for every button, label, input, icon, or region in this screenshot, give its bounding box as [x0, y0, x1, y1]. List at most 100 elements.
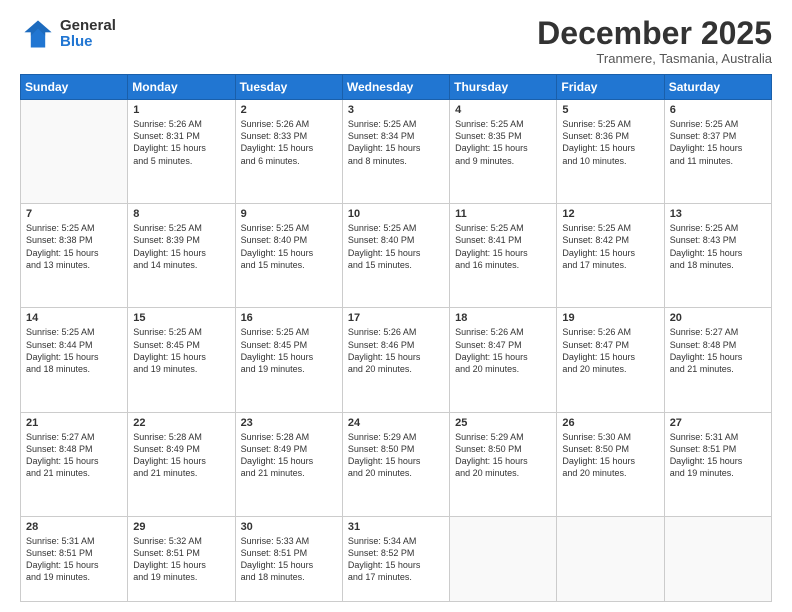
calendar-cell [664, 516, 771, 601]
calendar-header-tuesday: Tuesday [235, 75, 342, 100]
day-number: 12 [562, 208, 658, 220]
calendar-cell: 31Sunrise: 5:34 AM Sunset: 8:52 PM Dayli… [342, 516, 449, 601]
calendar-cell: 20 Sunrise: 5:27 AM Sunset: 8:48 PM Dayli… [664, 308, 771, 412]
day-number: 1 [133, 104, 229, 116]
day-number: 15 [133, 312, 229, 324]
day-number: 27 [670, 417, 766, 429]
calendar-cell: 21Sunrise: 5:27 AM Sunset: 8:48 PM Dayli… [21, 412, 128, 516]
logo-text: General Blue [60, 18, 116, 51]
day-detail: Sunrise: 5:25 AM Sunset: 8:40 PM Dayligh… [241, 222, 337, 271]
calendar-cell: 15Sunrise: 5:25 AM Sunset: 8:45 PM Dayli… [128, 308, 235, 412]
day-number: 5 [562, 104, 658, 116]
day-detail: Sunrise: 5:25 AM Sunset: 8:43 PM Dayligh… [670, 222, 766, 271]
calendar-week-1: 7 Sunrise: 5:25 AM Sunset: 8:38 PM Daylig… [21, 204, 772, 308]
day-number: 29 [133, 521, 229, 533]
day-detail: Sunrise: 5:28 AM Sunset: 8:49 PM Dayligh… [241, 431, 337, 480]
calendar-header-monday: Monday [128, 75, 235, 100]
day-number: 3 [348, 104, 444, 116]
calendar-cell [450, 516, 557, 601]
day-number: 24 [348, 417, 444, 429]
day-detail: Sunrise: 5:30 AM Sunset: 8:50 PM Dayligh… [562, 431, 658, 480]
day-detail: Sunrise: 5:32 AM Sunset: 8:51 PM Dayligh… [133, 535, 229, 584]
day-number: 9 [241, 208, 337, 220]
day-detail: Sunrise: 5:31 AM Sunset: 8:51 PM Dayligh… [26, 535, 122, 584]
calendar-header-friday: Friday [557, 75, 664, 100]
day-number: 23 [241, 417, 337, 429]
calendar-header-wednesday: Wednesday [342, 75, 449, 100]
day-detail: Sunrise: 5:26 AM Sunset: 8:47 PM Dayligh… [562, 326, 658, 375]
day-number: 11 [455, 208, 551, 220]
day-detail: Sunrise: 5:25 AM Sunset: 8:35 PM Dayligh… [455, 118, 551, 167]
title-block: December 2025 Tranmere, Tasmania, Austra… [537, 16, 772, 66]
day-number: 7 [26, 208, 122, 220]
day-number: 30 [241, 521, 337, 533]
day-number: 18 [455, 312, 551, 324]
day-number: 2 [241, 104, 337, 116]
calendar-cell: 3 Sunrise: 5:25 AM Sunset: 8:34 PM Daylig… [342, 100, 449, 204]
calendar-header-sunday: Sunday [21, 75, 128, 100]
day-detail: Sunrise: 5:29 AM Sunset: 8:50 PM Dayligh… [348, 431, 444, 480]
day-detail: Sunrise: 5:25 AM Sunset: 8:39 PM Dayligh… [133, 222, 229, 271]
calendar-cell: 8 Sunrise: 5:25 AM Sunset: 8:39 PM Daylig… [128, 204, 235, 308]
day-number: 16 [241, 312, 337, 324]
calendar-cell: 10Sunrise: 5:25 AM Sunset: 8:40 PM Dayli… [342, 204, 449, 308]
calendar-cell: 17 Sunrise: 5:26 AM Sunset: 8:46 PM Dayli… [342, 308, 449, 412]
day-detail: Sunrise: 5:26 AM Sunset: 8:46 PM Dayligh… [348, 326, 444, 375]
day-detail: Sunrise: 5:25 AM Sunset: 8:38 PM Dayligh… [26, 222, 122, 271]
calendar-cell: 18 Sunrise: 5:26 AM Sunset: 8:47 PM Dayli… [450, 308, 557, 412]
calendar-cell: 19 Sunrise: 5:26 AM Sunset: 8:47 PM Dayli… [557, 308, 664, 412]
day-number: 22 [133, 417, 229, 429]
day-detail: Sunrise: 5:31 AM Sunset: 8:51 PM Dayligh… [670, 431, 766, 480]
calendar-header-thursday: Thursday [450, 75, 557, 100]
day-number: 19 [562, 312, 658, 324]
logo: General Blue [20, 16, 116, 52]
calendar-cell: 29 Sunrise: 5:32 AM Sunset: 8:51 PM Dayli… [128, 516, 235, 601]
day-detail: Sunrise: 5:25 AM Sunset: 8:40 PM Dayligh… [348, 222, 444, 271]
calendar-cell: 11 Sunrise: 5:25 AM Sunset: 8:41 PM Dayli… [450, 204, 557, 308]
day-detail: Sunrise: 5:26 AM Sunset: 8:31 PM Dayligh… [133, 118, 229, 167]
day-number: 6 [670, 104, 766, 116]
calendar-cell: 26Sunrise: 5:30 AM Sunset: 8:50 PM Dayli… [557, 412, 664, 516]
day-detail: Sunrise: 5:26 AM Sunset: 8:47 PM Dayligh… [455, 326, 551, 375]
calendar-week-2: 14Sunrise: 5:25 AM Sunset: 8:44 PM Dayli… [21, 308, 772, 412]
calendar-week-0: 1 Sunrise: 5:26 AM Sunset: 8:31 PM Daylig… [21, 100, 772, 204]
day-detail: Sunrise: 5:25 AM Sunset: 8:34 PM Dayligh… [348, 118, 444, 167]
calendar-cell: 13 Sunrise: 5:25 AM Sunset: 8:43 PM Dayli… [664, 204, 771, 308]
day-number: 17 [348, 312, 444, 324]
logo-blue: Blue [60, 34, 116, 51]
calendar-cell: 16 Sunrise: 5:25 AM Sunset: 8:45 PM Dayli… [235, 308, 342, 412]
day-detail: Sunrise: 5:33 AM Sunset: 8:51 PM Dayligh… [241, 535, 337, 584]
calendar-cell: 22 Sunrise: 5:28 AM Sunset: 8:49 PM Dayli… [128, 412, 235, 516]
day-detail: Sunrise: 5:26 AM Sunset: 8:33 PM Dayligh… [241, 118, 337, 167]
day-detail: Sunrise: 5:27 AM Sunset: 8:48 PM Dayligh… [670, 326, 766, 375]
day-number: 31 [348, 521, 444, 533]
location: Tranmere, Tasmania, Australia [537, 51, 772, 66]
logo-general: General [60, 18, 116, 35]
day-detail: Sunrise: 5:25 AM Sunset: 8:45 PM Dayligh… [241, 326, 337, 375]
calendar-cell: 23 Sunrise: 5:28 AM Sunset: 8:49 PM Dayli… [235, 412, 342, 516]
header: General Blue December 2025 Tranmere, Tas… [20, 16, 772, 66]
day-number: 8 [133, 208, 229, 220]
calendar-week-3: 21Sunrise: 5:27 AM Sunset: 8:48 PM Dayli… [21, 412, 772, 516]
calendar-header-saturday: Saturday [664, 75, 771, 100]
day-detail: Sunrise: 5:25 AM Sunset: 8:36 PM Dayligh… [562, 118, 658, 167]
calendar-week-4: 28Sunrise: 5:31 AM Sunset: 8:51 PM Dayli… [21, 516, 772, 601]
day-detail: Sunrise: 5:28 AM Sunset: 8:49 PM Dayligh… [133, 431, 229, 480]
day-number: 20 [670, 312, 766, 324]
day-detail: Sunrise: 5:27 AM Sunset: 8:48 PM Dayligh… [26, 431, 122, 480]
calendar-cell: 27 Sunrise: 5:31 AM Sunset: 8:51 PM Dayli… [664, 412, 771, 516]
month-title: December 2025 [537, 16, 772, 51]
calendar-cell [557, 516, 664, 601]
day-number: 13 [670, 208, 766, 220]
calendar-cell: 30 Sunrise: 5:33 AM Sunset: 8:51 PM Dayli… [235, 516, 342, 601]
calendar-cell: 25Sunrise: 5:29 AM Sunset: 8:50 PM Dayli… [450, 412, 557, 516]
calendar-cell: 4Sunrise: 5:25 AM Sunset: 8:35 PM Daylig… [450, 100, 557, 204]
calendar-header-row: SundayMondayTuesdayWednesdayThursdayFrid… [21, 75, 772, 100]
calendar-cell: 24 Sunrise: 5:29 AM Sunset: 8:50 PM Dayli… [342, 412, 449, 516]
day-detail: Sunrise: 5:25 AM Sunset: 8:42 PM Dayligh… [562, 222, 658, 271]
calendar-cell: 6Sunrise: 5:25 AM Sunset: 8:37 PM Daylig… [664, 100, 771, 204]
day-detail: Sunrise: 5:25 AM Sunset: 8:44 PM Dayligh… [26, 326, 122, 375]
day-detail: Sunrise: 5:25 AM Sunset: 8:41 PM Dayligh… [455, 222, 551, 271]
calendar-cell: 28Sunrise: 5:31 AM Sunset: 8:51 PM Dayli… [21, 516, 128, 601]
calendar-table: SundayMondayTuesdayWednesdayThursdayFrid… [20, 74, 772, 602]
